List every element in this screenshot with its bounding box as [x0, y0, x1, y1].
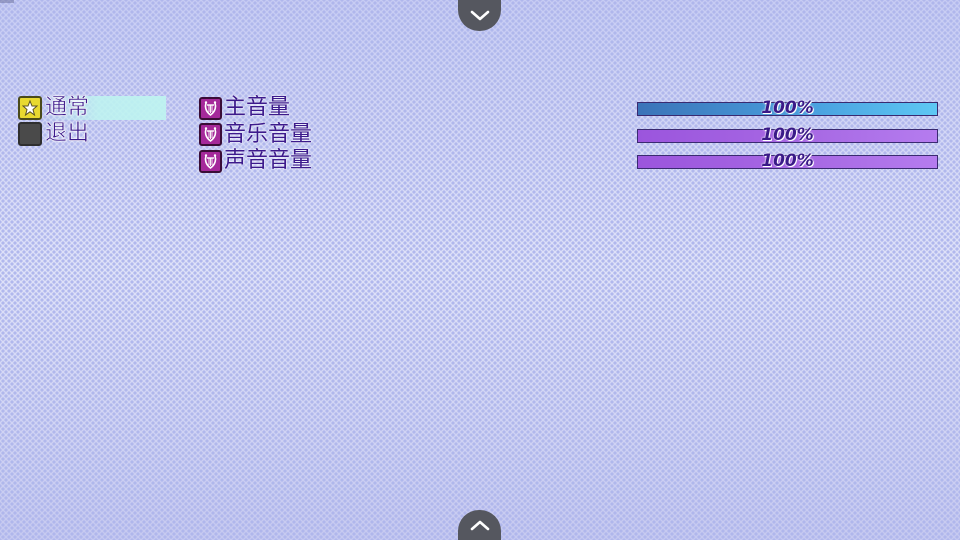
- chevron-down-icon: [470, 10, 489, 20]
- lyre-icon: [199, 96, 222, 120]
- gauge-value: 100%: [761, 151, 814, 171]
- corner-mark: [0, 0, 14, 3]
- option-label: 音乐音量: [224, 121, 313, 147]
- option-label: 声音音量: [224, 148, 313, 174]
- master-volume-gauge[interactable]: 100%: [637, 98, 938, 118]
- chevron-up-icon: [470, 520, 489, 531]
- option-music-volume[interactable]: 音乐音量 100%: [199, 122, 944, 149]
- volume-options-window: 主音量 100% 音乐音量 100% 声音音量 100%: [199, 95, 944, 175]
- star-icon: [18, 96, 42, 120]
- command-window: 通常 退出: [18, 95, 168, 147]
- option-label: 主音量: [224, 95, 291, 121]
- exit-icon: [18, 122, 42, 146]
- lyre-icon: [199, 149, 222, 173]
- command-item-normal[interactable]: 通常: [18, 95, 168, 121]
- command-label: 退出: [45, 121, 90, 146]
- gauge-value: 100%: [761, 124, 814, 145]
- option-master-volume[interactable]: 主音量 100%: [199, 95, 944, 122]
- lyre-icon: [199, 123, 222, 147]
- sound-volume-gauge[interactable]: 100%: [637, 151, 938, 171]
- scroll-up-button[interactable]: [458, 0, 501, 31]
- command-item-exit[interactable]: 退出: [18, 121, 168, 147]
- gauge-value: 100%: [761, 98, 814, 118]
- scroll-down-button[interactable]: [458, 510, 501, 540]
- command-label: 通常: [45, 95, 90, 120]
- music-volume-gauge[interactable]: 100%: [637, 125, 938, 145]
- option-sound-volume[interactable]: 声音音量 100%: [199, 148, 944, 175]
